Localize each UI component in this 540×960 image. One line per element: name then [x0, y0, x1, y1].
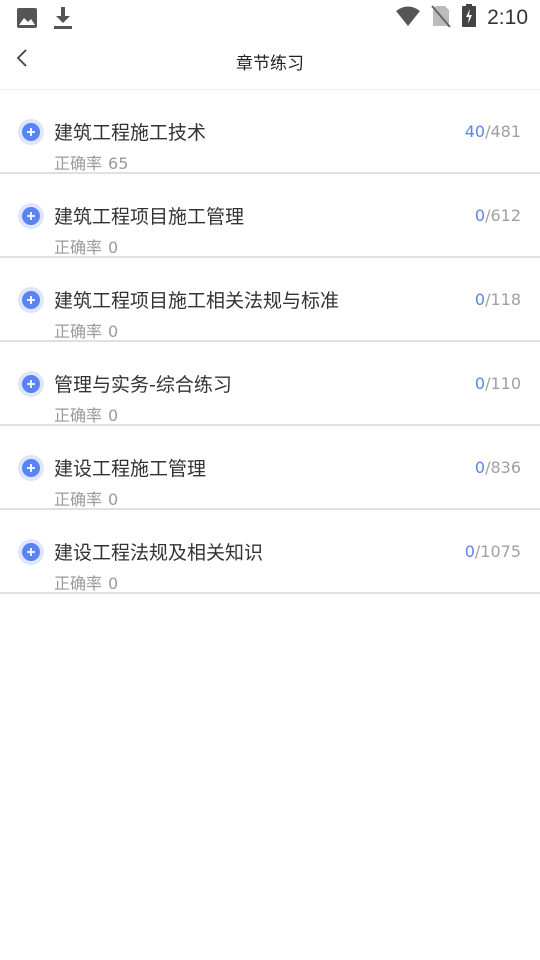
status-time: 2:10: [487, 6, 528, 29]
progress-count: 0/612: [475, 206, 521, 225]
page-title: 章节练习: [236, 54, 304, 74]
no-sim-icon: [431, 4, 451, 32]
progress-count: 0/1075: [465, 542, 521, 561]
chapter-title: 管理与实务-综合练习: [54, 374, 232, 396]
expand-plus-icon[interactable]: [18, 119, 44, 145]
accuracy-value: 0: [108, 490, 119, 509]
done-count: 0: [474, 290, 486, 309]
chapter-item[interactable]: 建筑工程项目施工相关法规与标准 正确率 0 0/118: [0, 258, 540, 342]
accuracy-label: 正确率: [54, 322, 103, 341]
download-icon: [52, 6, 74, 34]
accuracy-label: 正确率: [54, 154, 103, 173]
done-count: 0: [474, 206, 486, 225]
wifi-icon: [395, 5, 421, 31]
accuracy-text: 正确率 0: [54, 402, 118, 426]
chapter-title: 建设工程施工管理: [54, 458, 207, 480]
chapter-item[interactable]: 建筑工程施工技术 正确率 65 40/481: [0, 90, 540, 174]
accuracy-label: 正确率: [54, 490, 103, 509]
accuracy-label: 正确率: [54, 238, 103, 257]
accuracy-label: 正确率: [54, 406, 103, 425]
chapter-title: 建设工程法规及相关知识: [54, 542, 264, 564]
expand-plus-icon[interactable]: [18, 203, 44, 229]
progress-count: 0/836: [475, 458, 521, 477]
chapter-item[interactable]: 管理与实务-综合练习 正确率 0 0/110: [0, 342, 540, 426]
total-count: /481: [485, 122, 521, 141]
status-left: [16, 6, 74, 34]
chapter-title: 建筑工程项目施工相关法规与标准: [54, 290, 340, 312]
chapter-item[interactable]: 建设工程法规及相关知识 正确率 0 0/1075: [0, 510, 540, 594]
image-icon: [16, 7, 38, 33]
done-count: 0: [474, 374, 486, 393]
status-right: 2:10: [395, 4, 528, 32]
progress-count: 0/110: [475, 374, 521, 393]
accuracy-text: 正确率 0: [54, 318, 118, 342]
accuracy-value: 0: [108, 406, 119, 425]
accuracy-value: 0: [108, 574, 119, 593]
expand-plus-icon[interactable]: [18, 455, 44, 481]
done-count: 0: [474, 458, 486, 477]
total-count: /836: [485, 458, 521, 477]
accuracy-text: 正确率 65: [54, 150, 128, 174]
accuracy-label: 正确率: [54, 574, 103, 593]
status-bar: 2:10: [0, 0, 540, 36]
nav-bar: 章节练习: [0, 36, 540, 90]
total-count: /118: [485, 290, 521, 309]
accuracy-text: 正确率 0: [54, 234, 118, 258]
progress-count: 40/481: [465, 122, 521, 141]
total-count: /612: [485, 206, 521, 225]
chapter-item[interactable]: 建设工程施工管理 正确率 0 0/836: [0, 426, 540, 510]
accuracy-value: 0: [108, 238, 119, 257]
battery-charging-icon: [461, 4, 477, 32]
expand-plus-icon[interactable]: [18, 371, 44, 397]
expand-plus-icon[interactable]: [18, 287, 44, 313]
done-count: 0: [464, 542, 475, 561]
accuracy-text: 正确率 0: [54, 486, 118, 510]
accuracy-value: 65: [108, 154, 129, 173]
progress-count: 0/118: [475, 290, 521, 309]
total-count: /110: [485, 374, 521, 393]
chapter-item[interactable]: 建筑工程项目施工管理 正确率 0 0/612: [0, 174, 540, 258]
total-count: /1075: [474, 542, 521, 561]
done-count: 40: [464, 122, 486, 141]
chapter-title: 建筑工程项目施工管理: [54, 206, 245, 228]
expand-plus-icon[interactable]: [18, 539, 44, 565]
chapter-title: 建筑工程施工技术: [54, 122, 207, 144]
chapter-list: 建筑工程施工技术 正确率 65 40/481 建筑工程项目施工管理 正确率 0 0/…: [0, 90, 540, 594]
accuracy-value: 0: [108, 322, 119, 341]
accuracy-text: 正确率 0: [54, 570, 118, 594]
